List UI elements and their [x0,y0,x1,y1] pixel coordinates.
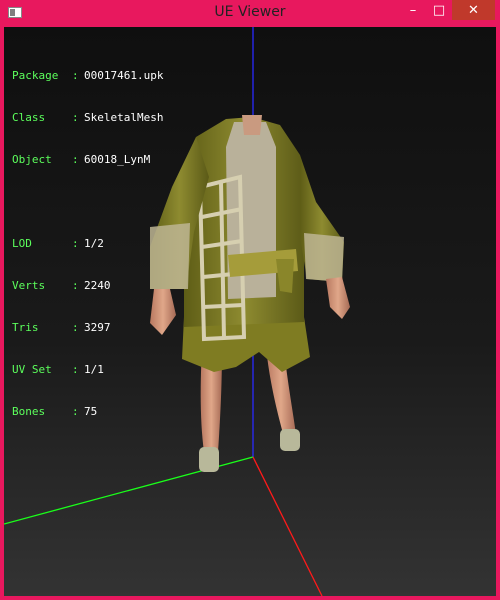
separator: : [72,69,79,82]
separator: : [72,363,79,376]
verts-value: 2240 [84,279,111,292]
separator: : [72,321,79,334]
3d-viewport[interactable]: Package:00017461.upk Class: SkeletalMesh … [4,27,496,596]
uvset-row: UV Set:1/1 [12,363,163,377]
class-label: Class [12,111,46,124]
separator: : [72,405,79,418]
uvset-value: 1/1 [84,363,104,376]
bones-label: Bones [12,405,46,418]
lod-label: LOD [12,237,32,250]
ue-viewer-window: UE Viewer – □ ✕ Package: 00017461.upk C… [0,0,500,600]
lod-row: LOD:1/2 [12,237,163,251]
lod-value: 1/2 [84,237,104,250]
tris-label: Tris [12,321,39,334]
verts-label: Verts [12,279,46,292]
axis-x [252,456,323,596]
bones-value: 75 [84,405,98,418]
package-value: 00017461.upk [84,69,164,82]
separator: : [72,111,79,124]
tris-value: 3297 [84,321,111,334]
tris-row: Tris:3297 [12,321,163,335]
separator: : [72,153,79,166]
package-row: Package:00017461.upk [12,69,163,83]
object-label: Object [12,153,52,166]
separator: : [72,279,79,292]
maximize-button[interactable]: □ [426,0,452,20]
object-value: 60018_LynM [84,153,151,166]
title-bar[interactable]: UE Viewer – □ ✕ [0,0,500,27]
close-button[interactable]: ✕ [452,0,495,20]
class-value: SkeletalMesh [84,111,164,124]
character-model [150,115,350,472]
package-label: Package [12,69,59,82]
uvset-label: UV Set [12,363,52,376]
object-row: Object:60018_LynM [12,153,163,167]
bones-row: Bones:75 [12,405,163,419]
class-row: Class: SkeletalMesh [12,111,163,125]
verts-row: Verts:2240 [12,279,163,293]
separator: : [72,237,79,250]
minimize-button[interactable]: – [400,0,426,20]
mesh-info-panel: Package:00017461.upk Class: SkeletalMesh … [12,41,163,447]
